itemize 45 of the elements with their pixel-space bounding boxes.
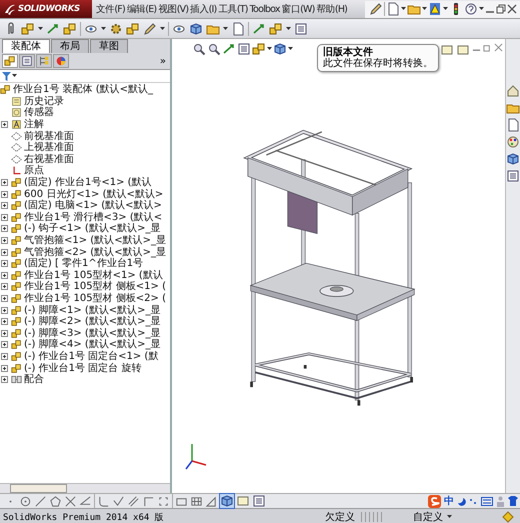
menu-item[interactable]: 帮助(H)	[316, 2, 348, 16]
app-logo: SOLIDWORKS	[18, 4, 80, 14]
menu-item[interactable]: 编辑(E)	[126, 2, 156, 16]
menu-item[interactable]: 文件(F)	[96, 2, 125, 16]
tooltip-text: 此文件在保存时将转换。	[323, 58, 433, 69]
tree-item[interactable]: 600 日光灯<1> (默认<默认>	[24, 188, 164, 200]
tree-item[interactable]: 作业台1号 105型材 侧板<2> (	[24, 292, 166, 304]
menu-item[interactable]: 窗口(W)	[282, 2, 315, 16]
tree-item[interactable]: 注解	[24, 119, 44, 130]
tree-item[interactable]: 气管抱箍<2> (默认<默认>_显	[24, 246, 166, 258]
panel-tab[interactable]: 装配体	[2, 39, 50, 53]
ime-mode[interactable]: 中	[444, 494, 454, 508]
tree-item[interactable]: 前视基准面	[24, 130, 74, 142]
tree-item[interactable]: (-) 脚障<2> (默认<默认>_显	[24, 316, 161, 328]
menu-item[interactable]: 工具(T)	[218, 2, 248, 16]
tree-item[interactable]: (-) 脚障<4> (默认<默认>_显	[24, 339, 161, 350]
tree-item[interactable]: 传感器	[24, 107, 54, 118]
tree-item[interactable]: (-) 脚障<3> (默认<默认>_显	[24, 328, 161, 339]
tree-item[interactable]: 作业台1号 装配体 (默认<默认_	[13, 84, 153, 96]
tree-item[interactable]: 作业台1号 105型材<1> (默认	[24, 270, 163, 281]
sketch-state: 欠定义	[325, 510, 355, 523]
tree-item[interactable]: 作业台1号 滑行槽<3> (默认<	[24, 212, 162, 223]
tooltip-title: 旧版本文件	[323, 47, 374, 58]
tree-item[interactable]: 上视基准面	[24, 142, 74, 154]
tree-item[interactable]: (-) 作业台1号 固定台 旋转	[24, 362, 142, 374]
tree-item[interactable]: 历史记录	[24, 96, 64, 107]
more-button[interactable]: »	[160, 56, 170, 66]
panel-tab[interactable]: 草图	[90, 39, 128, 53]
tree-item[interactable]: 作业台1号 105型材 侧板<1> (	[24, 281, 166, 292]
tree-item[interactable]: (固定) [ 零件1^作业台1号	[24, 258, 144, 270]
tree-item[interactable]: (-) 钩子<1> (默认<默认>_显	[24, 223, 161, 234]
tree-item[interactable]: (固定) 作业台1号<1> (默认	[24, 177, 152, 188]
panel-tab[interactable]: 布局	[51, 39, 89, 53]
tree-item[interactable]: (-) 脚障<1> (默认<默认>_显	[24, 304, 161, 316]
tree-item[interactable]: (固定) 电脑<1> (默认<默认>	[24, 200, 162, 212]
units-dropdown[interactable]: 自定义	[413, 510, 443, 523]
menu-item[interactable]: 视图(V)	[158, 2, 188, 16]
tree-item[interactable]: 气管抱箍<1> (默认<默认>_显	[24, 235, 166, 246]
tree-item[interactable]: 右视基准面	[24, 154, 74, 165]
menu-item[interactable]: Toolbox	[250, 4, 280, 14]
tree-item[interactable]: 原点	[24, 165, 44, 176]
product-version: SolidWorks Premium 2014 x64 版	[3, 512, 164, 523]
tree-item[interactable]: 配合	[24, 374, 44, 386]
menu-item[interactable]: 插入(I)	[190, 2, 216, 16]
tree-item[interactable]: (-) 作业台1号 固定台<1> (默	[24, 350, 158, 362]
